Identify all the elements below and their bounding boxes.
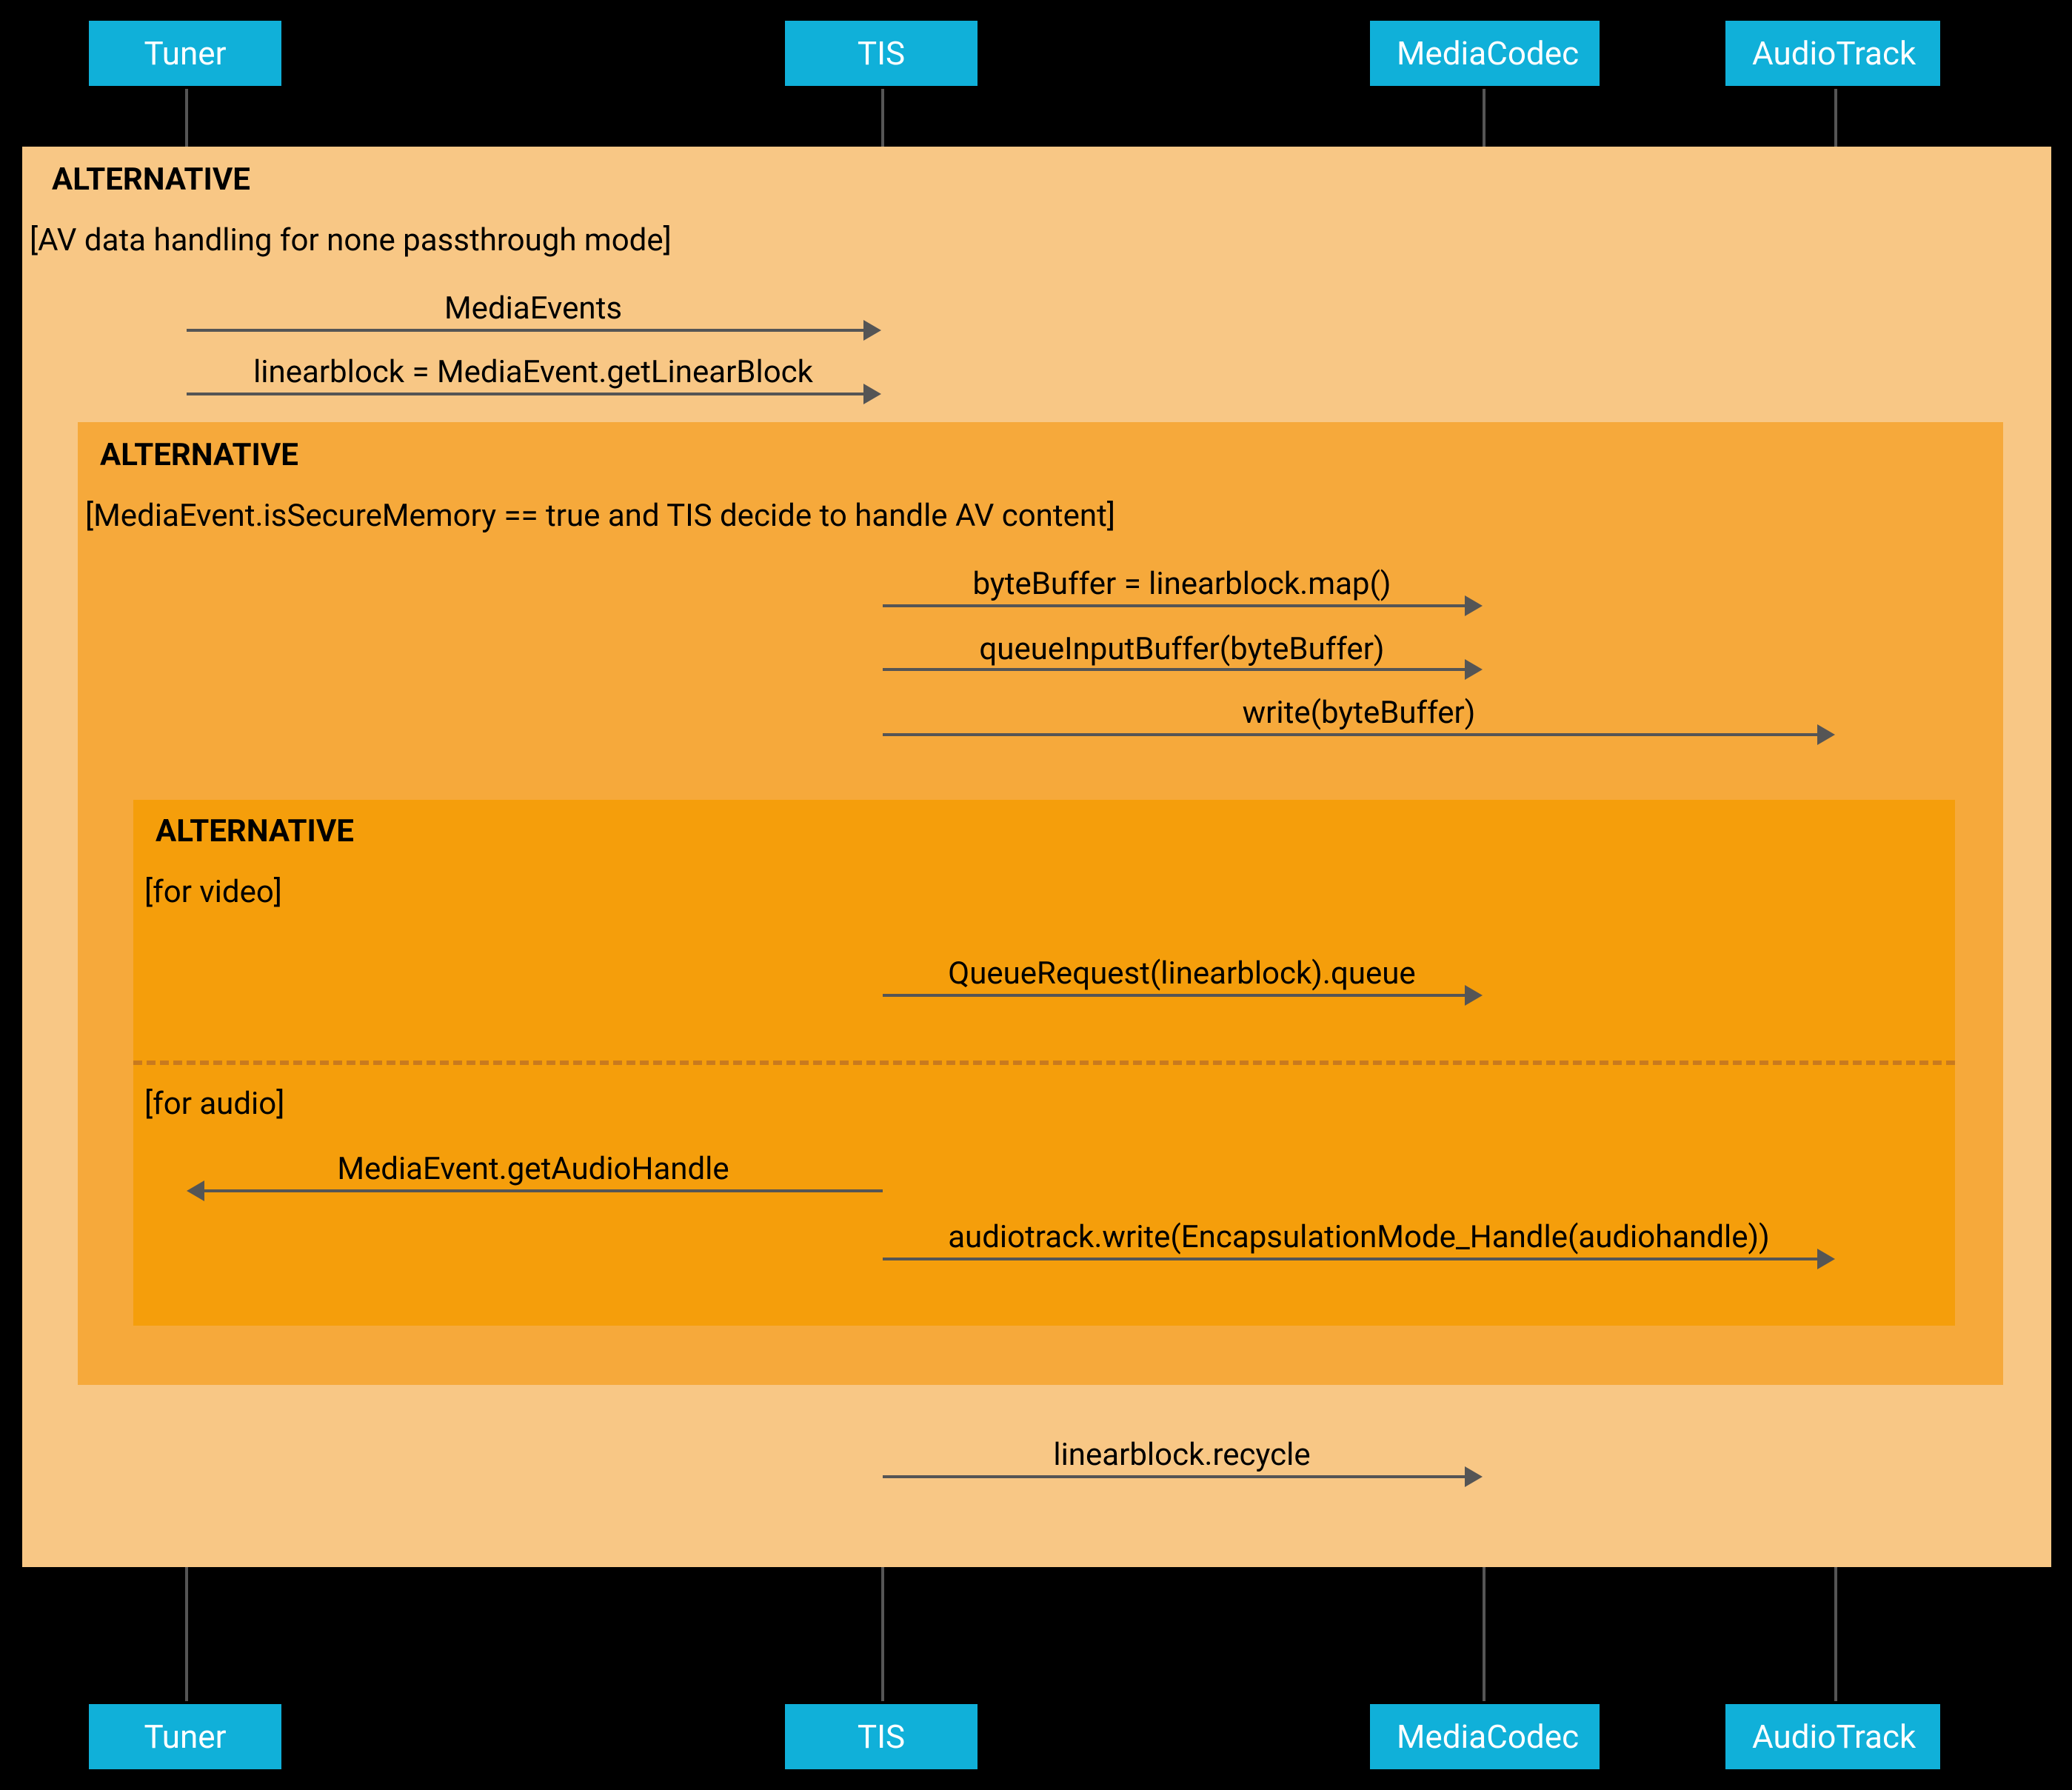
arrow-mediaevents — [863, 320, 881, 341]
msg-label-queuerequest: QueueRequest(linearblock).queue — [948, 955, 1415, 992]
msg-label-map: byteBuffer = linearblock.map() — [973, 566, 1391, 602]
arrow-queueinput — [1465, 659, 1483, 680]
msg-atwrite — [883, 1258, 1820, 1260]
msg-label-atwrite: audiotrack.write(EncapsulationMode_Handl… — [948, 1219, 1770, 1255]
actor-tis-top: TIS — [785, 21, 977, 86]
alt-cond-outer: [AV data handling for none passthrough m… — [30, 222, 672, 258]
alt-label-inner: ALTERNATIVE — [156, 813, 354, 849]
arrow-write — [1817, 724, 1835, 745]
msg-label-recycle: linearblock.recycle — [1053, 1437, 1310, 1473]
alt-label-middle: ALTERNATIVE — [100, 437, 298, 473]
alt-label-outer: ALTERNATIVE — [52, 161, 250, 198]
alt-cond-audio: [for audio] — [144, 1086, 284, 1122]
msg-recycle — [883, 1475, 1468, 1478]
actor-mediacodec-bottom: MediaCodec — [1370, 1704, 1600, 1769]
msg-queuerequest — [883, 994, 1468, 997]
msg-label-mediaevents: MediaEvents — [444, 290, 622, 327]
msg-map — [883, 604, 1468, 607]
arrow-atwrite — [1817, 1249, 1835, 1269]
arrow-map — [1465, 595, 1483, 616]
actor-tuner-bottom: Tuner — [89, 1704, 281, 1769]
actor-mediacodec-top: MediaCodec — [1370, 21, 1600, 86]
msg-label-getaudiohandle: MediaEvent.getAudioHandle — [337, 1151, 729, 1187]
arrow-recycle — [1465, 1466, 1483, 1487]
msg-mediaevents — [187, 329, 866, 332]
actor-tis-bottom: TIS — [785, 1704, 977, 1769]
arrow-queuerequest — [1465, 985, 1483, 1006]
alt-cond-video: [for video] — [144, 874, 282, 910]
msg-label-write: write(byteBuffer) — [1243, 695, 1476, 731]
msg-queueinput — [883, 668, 1468, 671]
arrow-getaudiohandle — [187, 1180, 204, 1201]
alt-separator — [133, 1061, 1955, 1065]
actor-tuner-top: Tuner — [89, 21, 281, 86]
arrow-getlinearblock — [863, 384, 881, 404]
msg-label-getlinearblock: linearblock = MediaEvent.getLinearBlock — [253, 354, 813, 390]
alt-cond-middle: [MediaEvent.isSecureMemory == true and T… — [85, 498, 1115, 534]
msg-write — [883, 733, 1820, 736]
msg-getlinearblock — [187, 393, 866, 395]
actor-audiotrack-bottom: AudioTrack — [1725, 1704, 1940, 1769]
msg-getaudiohandle — [204, 1189, 883, 1192]
actor-audiotrack-top: AudioTrack — [1725, 21, 1940, 86]
msg-label-queueinput: queueInputBuffer(byteBuffer) — [979, 631, 1384, 667]
